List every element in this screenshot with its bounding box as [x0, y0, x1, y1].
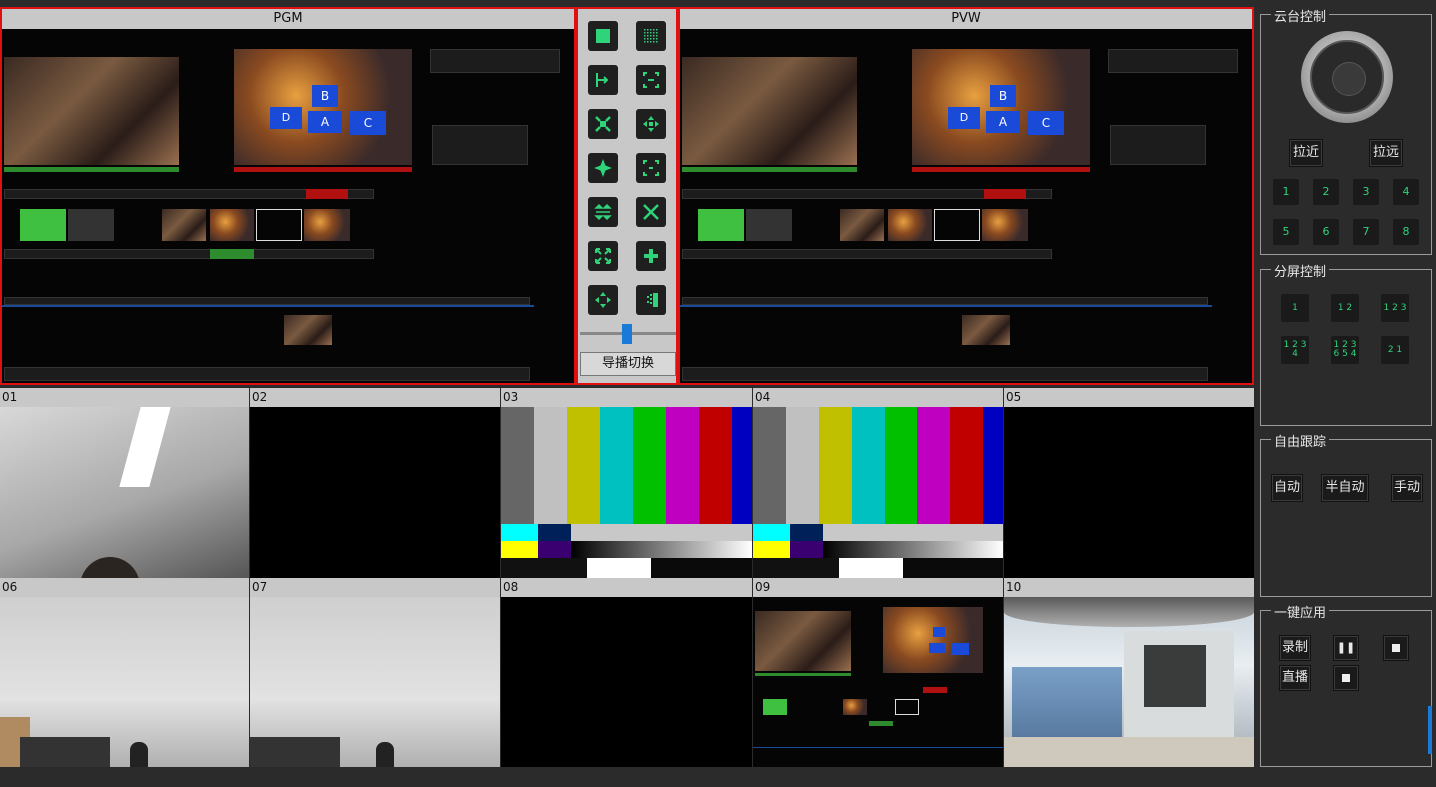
stop-icon	[1342, 673, 1350, 682]
mock-tile-b: B	[312, 85, 338, 107]
split-title: 分屏控制	[1271, 261, 1330, 280]
fx-corners-icon[interactable]	[636, 153, 666, 183]
mock-tile-c: C	[350, 111, 386, 135]
mock-tile-a: A	[986, 111, 1020, 133]
switch-button[interactable]: 导播切换	[580, 352, 676, 376]
record-stop-button[interactable]	[1383, 635, 1409, 661]
fx-zoom-out-icon[interactable]	[636, 109, 666, 139]
onekey-title: 一键应用	[1271, 602, 1330, 621]
tracking-auto-button[interactable]: 自动	[1271, 474, 1303, 502]
transition-slider-handle[interactable]	[622, 324, 632, 344]
source-cell[interactable]: 05	[1004, 388, 1254, 578]
fx-plus-icon[interactable]	[636, 241, 666, 271]
fx-pixel-wipe-icon[interactable]	[636, 285, 666, 315]
source-label: 04	[753, 388, 1003, 407]
fx-wipe-right-icon[interactable]	[588, 65, 618, 95]
fx-dissolve-icon[interactable]	[636, 21, 666, 51]
source-feed	[1004, 407, 1254, 578]
pgm-title: PGM	[2, 9, 574, 29]
zoom-out-button[interactable]: 拉远	[1369, 139, 1403, 167]
preset-button-8[interactable]: 8	[1393, 219, 1419, 245]
source-feed	[250, 407, 500, 578]
split-layout-6-button[interactable]: 1 2 3 6 5 4	[1331, 336, 1359, 364]
mock-tile-b: B	[990, 85, 1016, 107]
split-layout-3-button[interactable]: 1 2 3	[1381, 294, 1409, 322]
source-label: 10	[1004, 578, 1254, 597]
source-cell[interactable]: 02	[250, 388, 500, 578]
source-label: 02	[250, 388, 500, 407]
transition-panel: 导播切换	[576, 7, 678, 385]
fx-diagonal-icon[interactable]	[636, 197, 666, 227]
preset-button-6[interactable]: 6	[1313, 219, 1339, 245]
fx-expand-all-icon[interactable]	[588, 241, 618, 271]
source-cell[interactable]: 09	[753, 578, 1003, 767]
source-cell[interactable]: 04	[753, 388, 1003, 578]
record-button[interactable]: 录制	[1279, 635, 1311, 661]
stop-icon	[1392, 643, 1400, 652]
source-cell[interactable]: 08	[501, 578, 752, 767]
zoom-in-button[interactable]: 拉近	[1289, 139, 1323, 167]
preset-button-3[interactable]: 3	[1353, 179, 1379, 205]
live-stop-button[interactable]	[1333, 665, 1359, 691]
source-feed	[753, 597, 1003, 767]
source-cell[interactable]: 06	[0, 578, 249, 767]
fx-cut-icon[interactable]	[588, 21, 618, 51]
source-label: 06	[0, 578, 249, 597]
preset-button-1[interactable]: 1	[1273, 179, 1299, 205]
pvw-monitor: PVW B A C D	[678, 7, 1254, 385]
mock-tile-d: D	[270, 107, 302, 129]
fx-expand-h-icon[interactable]	[636, 65, 666, 95]
source-feed	[501, 597, 752, 767]
split-layout-4-button[interactable]: 1 2 3 4	[1281, 336, 1309, 364]
split-layout-pip-button[interactable]: 2 1	[1381, 336, 1409, 364]
preset-button-5[interactable]: 5	[1273, 219, 1299, 245]
mock-tile-c: C	[1028, 111, 1064, 135]
source-cell[interactable]: 10	[1004, 578, 1254, 767]
tracking-semi-button[interactable]: 半自动	[1321, 474, 1369, 502]
source-cell[interactable]: 03	[501, 388, 753, 578]
tracking-title: 自由跟踪	[1271, 431, 1330, 450]
preset-button-4[interactable]: 4	[1393, 179, 1419, 205]
split-layout-1-button[interactable]: 1	[1281, 294, 1309, 322]
tracking-manual-button[interactable]: 手动	[1391, 474, 1423, 502]
ptz-joystick[interactable]	[1301, 31, 1393, 123]
pause-icon: ❚❚	[1336, 641, 1356, 654]
virtual-studio-feed	[1004, 597, 1254, 767]
color-bars	[501, 407, 753, 578]
source-label: 03	[501, 388, 752, 407]
color-bars	[753, 407, 1003, 578]
source-label: 09	[753, 578, 1003, 597]
joystick-pad-icon[interactable]	[1310, 40, 1384, 114]
pvw-screen: B A C D	[680, 29, 1252, 383]
preset-button-7[interactable]: 7	[1353, 219, 1379, 245]
source-label: 07	[250, 578, 500, 597]
split-panel: 分屏控制 1 1 2 1 2 3 1 2 3 4 1 2 3 6 5 4 2 1	[1260, 261, 1432, 426]
onekey-panel: 一键应用 录制 ❚❚ 直播	[1260, 602, 1432, 767]
fx-shrink-icon[interactable]	[588, 285, 618, 315]
tracking-panel: 自由跟踪 自动 半自动 手动	[1260, 431, 1432, 597]
ptz-panel: 云台控制 拉近 拉远 1 2 3 4 5 6 7 8	[1260, 6, 1432, 255]
mock-tile-a: A	[308, 111, 342, 133]
fx-star-icon[interactable]	[588, 153, 618, 183]
pvw-title: PVW	[680, 9, 1252, 29]
source-cell[interactable]: 07	[250, 578, 500, 767]
live-button[interactable]: 直播	[1279, 665, 1311, 691]
fx-zoom-in-icon[interactable]	[588, 109, 618, 139]
split-layout-2-button[interactable]: 1 2	[1331, 294, 1359, 322]
source-feed	[0, 597, 249, 767]
source-feed	[0, 407, 249, 578]
source-label: 01	[0, 388, 249, 407]
source-label: 08	[501, 578, 752, 597]
ptz-title: 云台控制	[1271, 6, 1330, 25]
preset-button-2[interactable]: 2	[1313, 179, 1339, 205]
scrollbar[interactable]	[1428, 706, 1432, 754]
source-feed	[250, 597, 500, 767]
record-pause-button[interactable]: ❚❚	[1333, 635, 1359, 661]
mock-tile-d: D	[948, 107, 980, 129]
pgm-screen: B A C D	[2, 29, 574, 383]
fx-split-v-icon[interactable]	[588, 197, 618, 227]
source-label: 05	[1004, 388, 1254, 407]
pgm-monitor: PGM B A C D	[0, 7, 576, 385]
source-cell[interactable]: 01	[0, 388, 249, 578]
